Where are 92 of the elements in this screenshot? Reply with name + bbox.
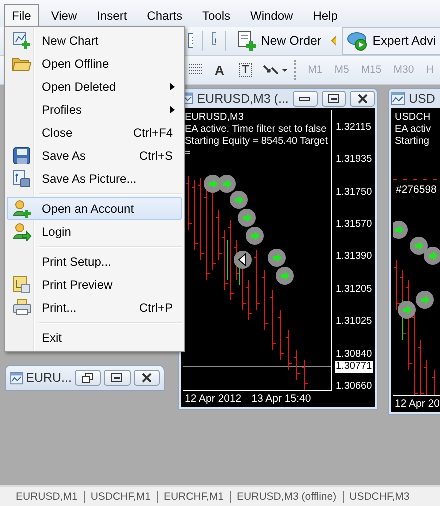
chart-tab[interactable]: USDCHF,M1 xyxy=(84,490,157,502)
menu-item[interactable]: View xyxy=(43,4,86,27)
text-tool[interactable]: A xyxy=(210,62,230,78)
menu-entry[interactable]: Open an Account xyxy=(7,197,182,220)
print-preview-icon xyxy=(13,276,31,294)
chart-comment: Starting Equity = 8545.40 Target = xyxy=(185,136,329,160)
printer-icon xyxy=(12,299,32,316)
price-label: 1.32115 xyxy=(335,122,372,134)
restore-icon xyxy=(111,373,124,383)
trade-marker-icon xyxy=(398,301,416,319)
time-label: 12 Apr 20 xyxy=(395,398,440,410)
user-plus-icon xyxy=(12,200,32,218)
menu-entry[interactable]: Save As Ctrl+S xyxy=(7,144,182,167)
price-label: 1.31025 xyxy=(335,316,374,328)
trade-marker-icon xyxy=(276,267,294,285)
close-button[interactable] xyxy=(134,370,160,386)
minimize-button[interactable] xyxy=(292,90,318,106)
chart-comment: Starting xyxy=(395,136,430,148)
chart-tab[interactable]: USDCHF,M3 xyxy=(342,490,416,502)
chart-plus-icon xyxy=(13,32,31,50)
trade-marker-icon xyxy=(393,221,408,239)
close-icon xyxy=(356,94,369,104)
menu-entry[interactable]: Profiles xyxy=(7,98,182,121)
expert-advisors-button[interactable]: Expert Advi xyxy=(342,27,440,55)
current-price-label: 1.30771 xyxy=(335,360,374,373)
chart-window-icon xyxy=(391,92,405,105)
menu-entry[interactable]: Open Offline xyxy=(7,52,182,75)
time-label: 13 Apr 15:40 xyxy=(252,393,312,405)
price-label: 1.31750 xyxy=(335,186,374,199)
chart-comment: EA activ xyxy=(395,124,432,136)
restore-icon xyxy=(82,372,94,384)
menu-entry[interactable]: Print Preview xyxy=(7,273,182,296)
menu-item[interactable]: Window xyxy=(242,4,302,27)
close-button[interactable] xyxy=(350,90,376,106)
trade-marker-icon xyxy=(416,291,434,309)
window-title: USD xyxy=(409,92,436,106)
menu-item[interactable]: Help xyxy=(305,4,346,27)
minimize-icon xyxy=(299,94,312,102)
price-label: 1.30840 xyxy=(335,348,374,361)
menu-entry[interactable]: Print Setup... xyxy=(7,250,182,273)
shortcut-label: Ctrl+F4 xyxy=(133,126,174,140)
price-label: 1.31935 xyxy=(335,154,374,166)
price-label: 1.30660 xyxy=(335,380,374,393)
window-title: EURU... xyxy=(26,371,72,385)
restore-icon xyxy=(328,94,340,104)
document-plus-icon xyxy=(237,31,258,51)
image-save-icon xyxy=(13,170,31,188)
chart-tab[interactable]: EURUSD,M1 xyxy=(10,490,84,502)
price-label: 1.31390 xyxy=(335,250,374,263)
text-label-tool[interactable]: T xyxy=(239,63,252,77)
submenu-arrow-icon xyxy=(170,106,175,114)
menu-entry[interactable]: Open Deleted xyxy=(7,75,182,98)
chart-comment: USDCH xyxy=(395,112,432,124)
price-label: 1.31205 xyxy=(335,284,374,296)
chart-comment: EA active. Time filter set to false xyxy=(185,124,328,136)
menu-item[interactable]: Insert xyxy=(89,4,136,27)
arrows-icon[interactable] xyxy=(262,63,288,77)
time-label: 12 Apr 2012 xyxy=(185,393,242,405)
trade-marker-icon xyxy=(234,251,252,269)
trade-label: #276598 xyxy=(396,184,437,196)
menu-entry[interactable]: Close Ctrl+F4 xyxy=(7,121,182,144)
menu-entry[interactable]: New Chart xyxy=(7,29,182,52)
menu-item[interactable]: File xyxy=(4,4,40,27)
trade-marker-icon xyxy=(218,175,236,193)
trade-marker-icon xyxy=(230,191,248,209)
chart-window-icon xyxy=(10,372,24,384)
window-title: EURUSD,M3 (... xyxy=(197,92,289,106)
chart-tab[interactable]: EURUSD,M3 (offline) xyxy=(230,490,343,502)
trade-marker-icon xyxy=(238,209,256,227)
submenu-arrow-icon xyxy=(170,82,175,90)
chart-comment: EURUSD,M3 xyxy=(185,112,245,124)
trade-marker-icon xyxy=(410,237,428,255)
cloud-play-icon xyxy=(346,31,369,51)
chart-tab[interactable]: EURCHF,M1 xyxy=(156,490,230,502)
menu-entry[interactable]: Print... Ctrl+P xyxy=(7,296,182,319)
new-order-button[interactable]: New Order xyxy=(234,29,325,53)
shortcut-label: Ctrl+S xyxy=(139,148,174,162)
price-label: 1.31570 xyxy=(335,218,374,231)
maximize-button[interactable] xyxy=(322,90,346,106)
menu-item[interactable]: Tools xyxy=(194,4,239,27)
menu-entry[interactable]: Exit xyxy=(7,326,182,349)
trade-marker-icon xyxy=(424,247,440,265)
close-icon xyxy=(140,373,153,383)
menu-entry[interactable]: Save As Picture... xyxy=(7,167,182,190)
menu-entry[interactable]: Login xyxy=(7,220,182,243)
trade-marker-icon xyxy=(246,227,264,245)
trade-marker-icon xyxy=(268,249,286,267)
restore-button[interactable] xyxy=(74,370,102,386)
maximize-button[interactable] xyxy=(104,370,131,386)
user-arrow-icon xyxy=(12,222,32,240)
menu-item[interactable]: Charts xyxy=(139,4,190,27)
shortcut-label: Ctrl+P xyxy=(139,300,174,314)
